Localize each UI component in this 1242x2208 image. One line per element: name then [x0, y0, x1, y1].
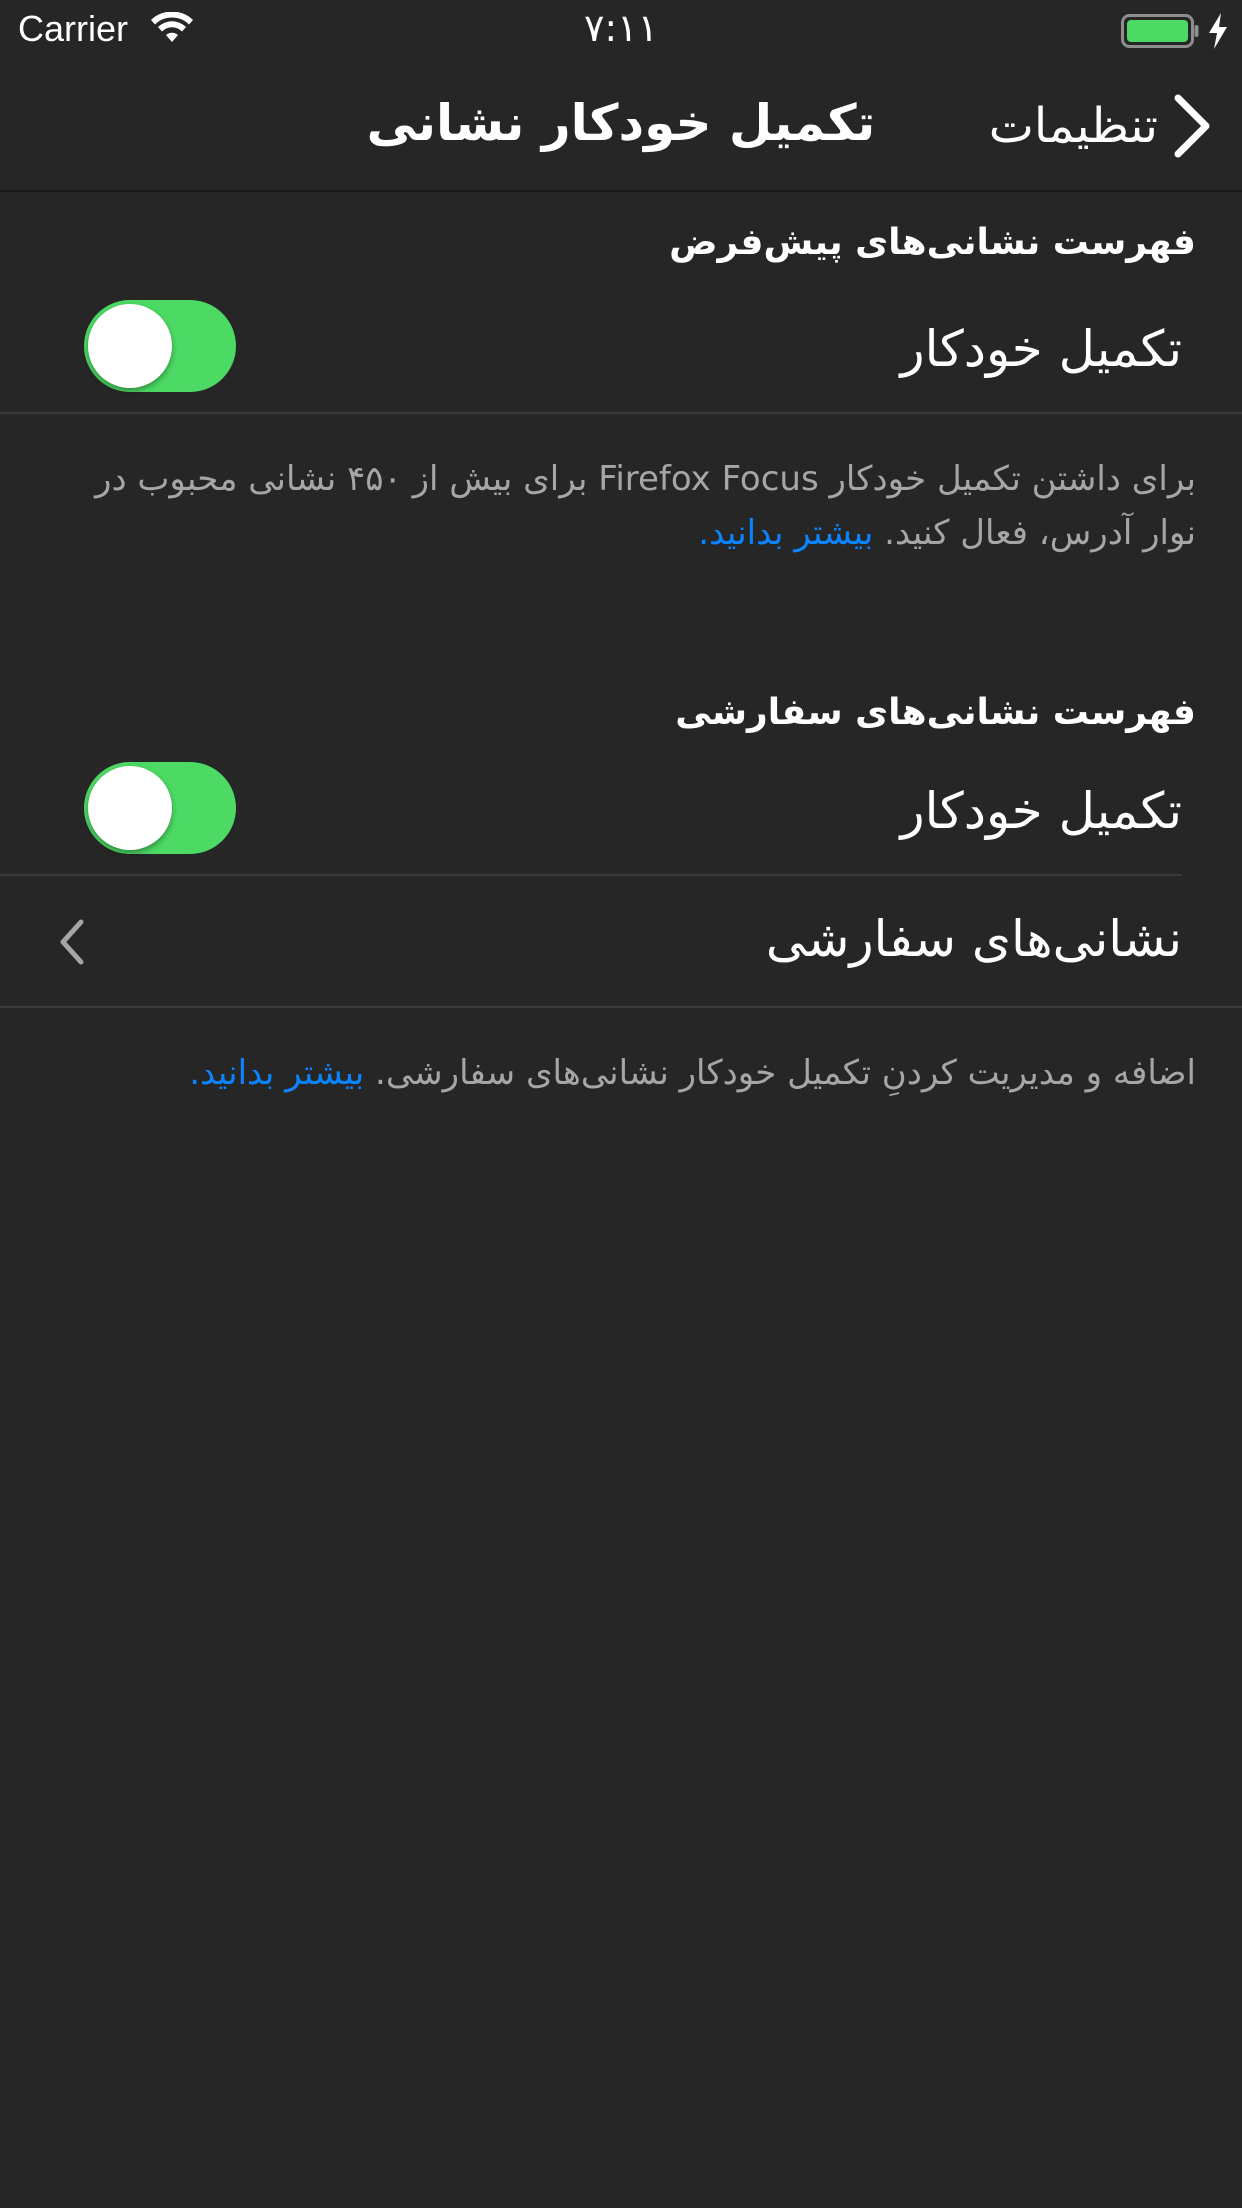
default-autocomplete-label: تکمیل خودکار	[900, 320, 1182, 378]
status-bar: Carrier ۷:۱۱	[0, 0, 1242, 60]
battery-icon	[1121, 14, 1199, 48]
toggle-knob	[88, 304, 172, 388]
section-header-custom-list: فهرست نشانی‌های سفارشی	[675, 692, 1196, 733]
charging-icon	[1209, 13, 1227, 49]
page-title: تکمیل خودکار نشانی	[366, 94, 876, 152]
section-header-default-list: فهرست نشانی‌های پیش‌فرض	[669, 222, 1196, 263]
custom-autocomplete-toggle[interactable]	[84, 762, 236, 854]
divider	[0, 1006, 1242, 1008]
custom-urls-label: نشانی‌های سفارشی	[765, 910, 1182, 968]
navigation-bar: تنظیمات تکمیل خودکار نشانی	[0, 60, 1242, 192]
custom-list-footer: اضافه و مدیریت کردنِ تکمیل خودکار نشانی‌…	[46, 1046, 1196, 1100]
status-time: ۷:۱۱	[583, 6, 659, 50]
divider	[0, 412, 1242, 414]
custom-urls-cell[interactable]: نشانی‌های سفارشی	[0, 876, 1242, 1006]
custom-list-footer-text: اضافه و مدیریت کردنِ تکمیل خودکار نشانی‌…	[375, 1053, 1196, 1093]
custom-autocomplete-label: تکمیل خودکار	[900, 782, 1182, 840]
default-list-footer: برای داشتن تکمیل خودکار Firefox Focus بر…	[46, 452, 1196, 560]
default-autocomplete-toggle[interactable]	[84, 300, 236, 392]
custom-list-learn-more-link[interactable]: بیشتر بدانید.	[189, 1053, 364, 1093]
default-list-footer-text: برای داشتن تکمیل خودکار Firefox Focus بر…	[95, 459, 1196, 553]
default-list-learn-more-link[interactable]: بیشتر بدانید.	[698, 513, 873, 553]
chevron-left-icon	[60, 919, 84, 965]
settings-screen: Carrier ۷:۱۱ تنظیمات تکمیل خودکار نشانی …	[0, 0, 1242, 2208]
default-autocomplete-cell: تکمیل خودکار	[0, 290, 1242, 412]
toggle-knob	[88, 766, 172, 850]
custom-autocomplete-cell: تکمیل خودکار	[0, 752, 1242, 874]
